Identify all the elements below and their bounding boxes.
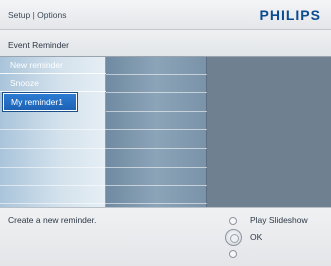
- ok-button-icon[interactable]: [225, 229, 242, 246]
- play-slideshow-label: Play Slideshow: [250, 215, 308, 225]
- ok-label: OK: [250, 232, 263, 242]
- menu-item-my-reminder1[interactable]: My reminder1: [3, 93, 77, 111]
- breadcrumb: Setup | Options: [8, 10, 67, 20]
- menu-item-label: Snooze: [10, 78, 39, 88]
- photo-frame-screen: Setup | Options PHILIPS Event Reminder N…: [0, 0, 331, 266]
- menu-divider: [0, 129, 106, 130]
- menu-item-new-reminder[interactable]: New reminder: [0, 57, 106, 74]
- submenu-divider: [106, 185, 207, 186]
- menu-item-label: My reminder1: [11, 97, 63, 107]
- submenu-divider: [106, 74, 207, 75]
- menu-column: New reminder Snooze My reminder1: [0, 57, 106, 207]
- nav-down-icon[interactable]: [229, 250, 237, 258]
- submenu-divider: [106, 129, 207, 130]
- menu-divider: [0, 203, 106, 204]
- menu-divider: [0, 148, 106, 149]
- submenu-divider: [106, 148, 207, 149]
- detail-panel: [207, 57, 331, 207]
- submenu-divider: [106, 167, 207, 168]
- help-text: Create a new reminder.: [8, 215, 97, 225]
- header-bar: Setup | Options PHILIPS: [0, 0, 331, 30]
- menu-divider: [0, 185, 106, 186]
- menu-item-snooze[interactable]: Snooze: [0, 75, 106, 92]
- nav-up-icon[interactable]: [229, 217, 237, 225]
- menu-item-label: New reminder: [10, 60, 63, 70]
- menu-divider: [0, 167, 106, 168]
- submenu-divider: [106, 203, 207, 204]
- page-title: Event Reminder: [8, 40, 69, 50]
- submenu-divider: [106, 92, 207, 93]
- philips-logo: PHILIPS: [259, 7, 321, 23]
- submenu-divider: [106, 111, 207, 112]
- submenu-column: [106, 57, 207, 207]
- footer-bar: Create a new reminder. Play Slideshow OK: [0, 207, 331, 266]
- page-title-bar: Event Reminder: [0, 30, 331, 57]
